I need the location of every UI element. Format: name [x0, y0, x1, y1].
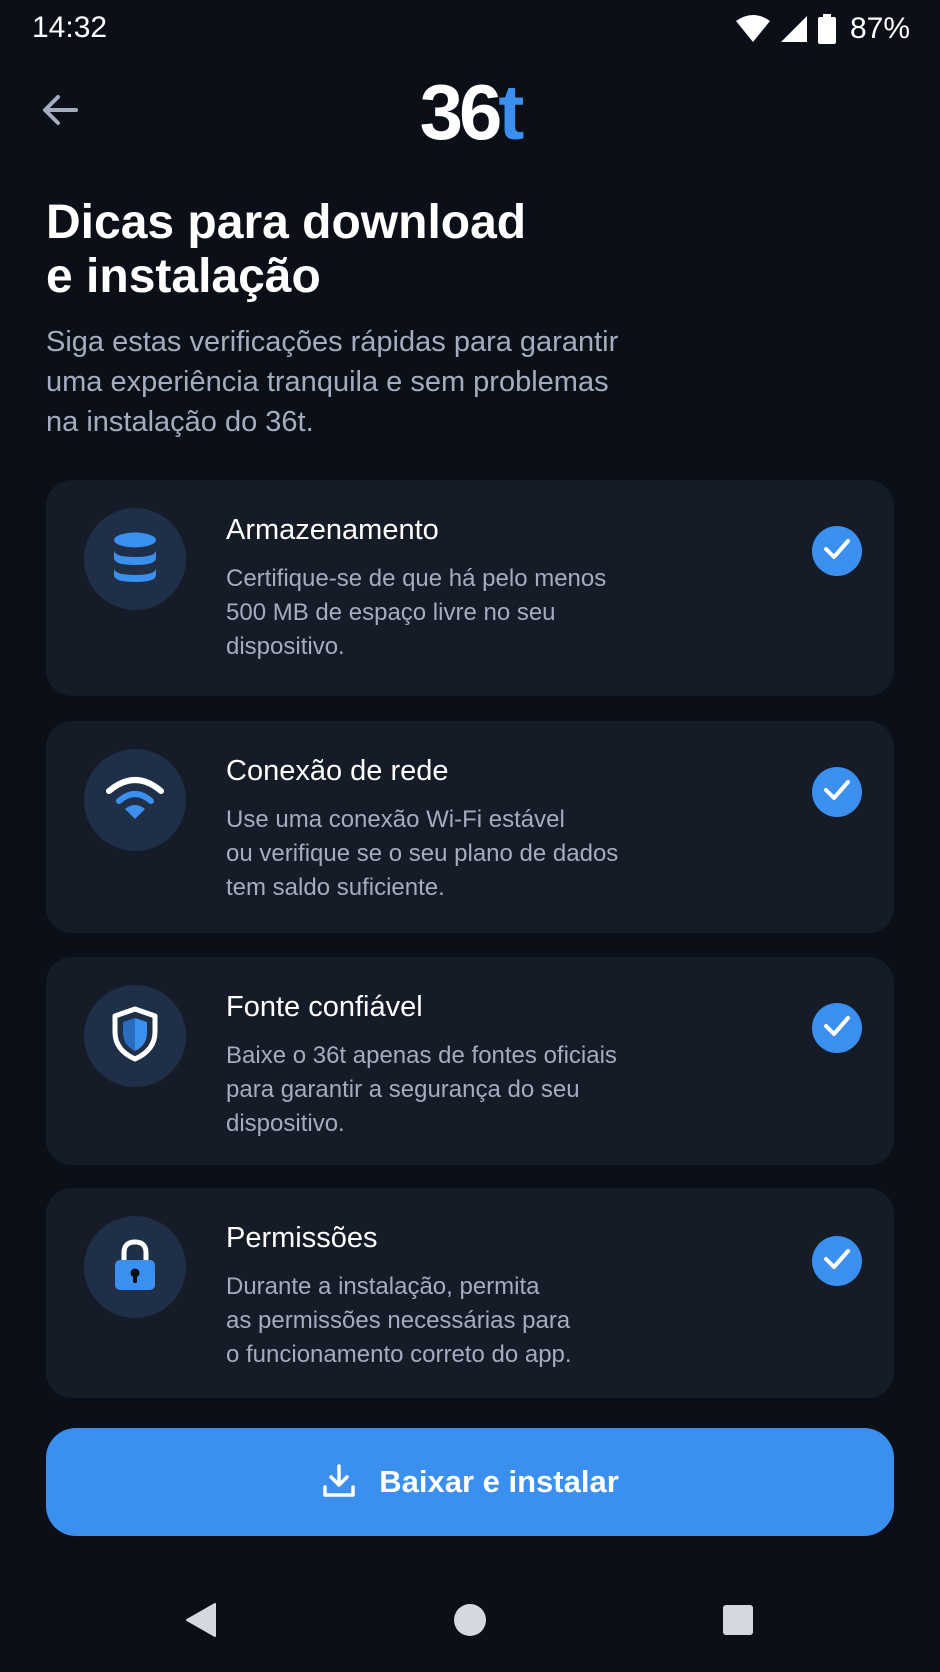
- tip-description-line: Use uma conexão Wi-Fi estável: [226, 806, 565, 833]
- page-title-line: e instalação: [46, 250, 321, 303]
- tip-description-line: 500 MB de espaço livre no seu: [226, 599, 556, 626]
- battery-icon: [817, 14, 836, 44]
- tip-description-line: para garantir a segurança do seu: [226, 1076, 580, 1103]
- tip-description-line: ou verifique se o seu plano de dados: [226, 840, 619, 867]
- tip-description-line: Certifique-se de que há pelo menos: [226, 565, 607, 592]
- logo-main-text: 36: [419, 68, 503, 156]
- tip-description-line: dispositivo.: [226, 1110, 345, 1137]
- lock-icon: [112, 1238, 158, 1297]
- page-subtitle: Siga estas verificações rápidas para gar…: [46, 322, 786, 442]
- shield-icon: [111, 1006, 159, 1067]
- battery-percent: 87%: [849, 12, 910, 45]
- page-subtitle-line: Siga estas verificações rápidas para gar…: [46, 326, 619, 358]
- app-header: 36t: [0, 70, 940, 154]
- tip-description-line: tem saldo suficiente.: [226, 874, 445, 901]
- tip-icon-network: [84, 749, 186, 851]
- tip-description: Use uma conexão Wi-Fi estável ou verifiq…: [226, 803, 706, 905]
- tip-description-line: Baixe o 36t apenas de fontes oficiais: [226, 1042, 617, 1069]
- nav-home-button[interactable]: [440, 1592, 500, 1652]
- tip-check-network[interactable]: [812, 767, 862, 817]
- tip-description: Baixe o 36t apenas de fontes oficiais pa…: [226, 1039, 706, 1141]
- tip-card-storage: Armazenamento Certifique-se de que há pe…: [46, 480, 894, 696]
- page-title: Dicas para download e instalação: [46, 196, 806, 304]
- nav-recents-button[interactable]: [708, 1592, 768, 1652]
- tip-title: Armazenamento: [226, 514, 439, 546]
- tip-icon-trusted-source: [84, 985, 186, 1087]
- download-install-button[interactable]: Baixar e instalar: [46, 1428, 894, 1536]
- tip-title: Fonte confiável: [226, 991, 423, 1023]
- database-icon: [111, 531, 159, 588]
- tip-title: Permissões: [226, 1222, 378, 1254]
- page-subtitle-line: na instalação do 36t.: [46, 406, 314, 438]
- tip-card-network: Conexão de rede Use uma conexão Wi-Fi es…: [46, 721, 894, 933]
- nav-recents-icon: [722, 1604, 754, 1641]
- tip-description-line: o funcionamento correto do app.: [226, 1341, 572, 1368]
- tip-icon-permissions: [84, 1216, 186, 1318]
- tip-description: Durante a instalação, permita as permiss…: [226, 1270, 706, 1372]
- tip-description-line: Durante a instalação, permita: [226, 1273, 540, 1300]
- cell-signal-icon: [780, 15, 808, 43]
- wifi-icon: [105, 773, 165, 828]
- check-icon: [823, 1015, 851, 1042]
- wifi-status-icon: [735, 15, 770, 43]
- check-icon: [823, 1248, 851, 1275]
- tip-icon-storage: [84, 508, 186, 610]
- check-icon: [823, 538, 851, 565]
- download-icon: [321, 1463, 357, 1502]
- status-time: 14:32: [32, 11, 108, 44]
- tip-description: Certifique-se de que há pelo menos 500 M…: [226, 562, 706, 664]
- check-icon: [823, 779, 851, 806]
- status-bar: 14:32 87%: [0, 0, 940, 56]
- tip-description-line: dispositivo.: [226, 633, 345, 660]
- tip-check-trusted-source[interactable]: [812, 1003, 862, 1053]
- tip-check-permissions[interactable]: [812, 1236, 862, 1286]
- nav-home-icon: [453, 1603, 487, 1642]
- tip-description-line: as permissões necessárias para: [226, 1307, 571, 1334]
- tip-title: Conexão de rede: [226, 755, 449, 787]
- tip-check-storage[interactable]: [812, 526, 862, 576]
- nav-back-icon: [185, 1602, 217, 1643]
- tip-card-permissions: Permissões Durante a instalação, permita…: [46, 1188, 894, 1398]
- page-title-line: Dicas para download: [46, 196, 527, 249]
- nav-back-button[interactable]: [171, 1592, 231, 1652]
- tip-card-trusted-source: Fonte confiável Baixe o 36t apenas de fo…: [46, 957, 894, 1165]
- status-icons: 87%: [735, 12, 910, 46]
- page-subtitle-line: uma experiência tranquila e sem problema…: [46, 366, 609, 398]
- app-logo: 36t: [0, 70, 940, 154]
- system-nav-bar: [0, 1572, 940, 1672]
- download-install-label: Baixar e instalar: [379, 1464, 619, 1499]
- logo-accent-text: t: [498, 68, 524, 156]
